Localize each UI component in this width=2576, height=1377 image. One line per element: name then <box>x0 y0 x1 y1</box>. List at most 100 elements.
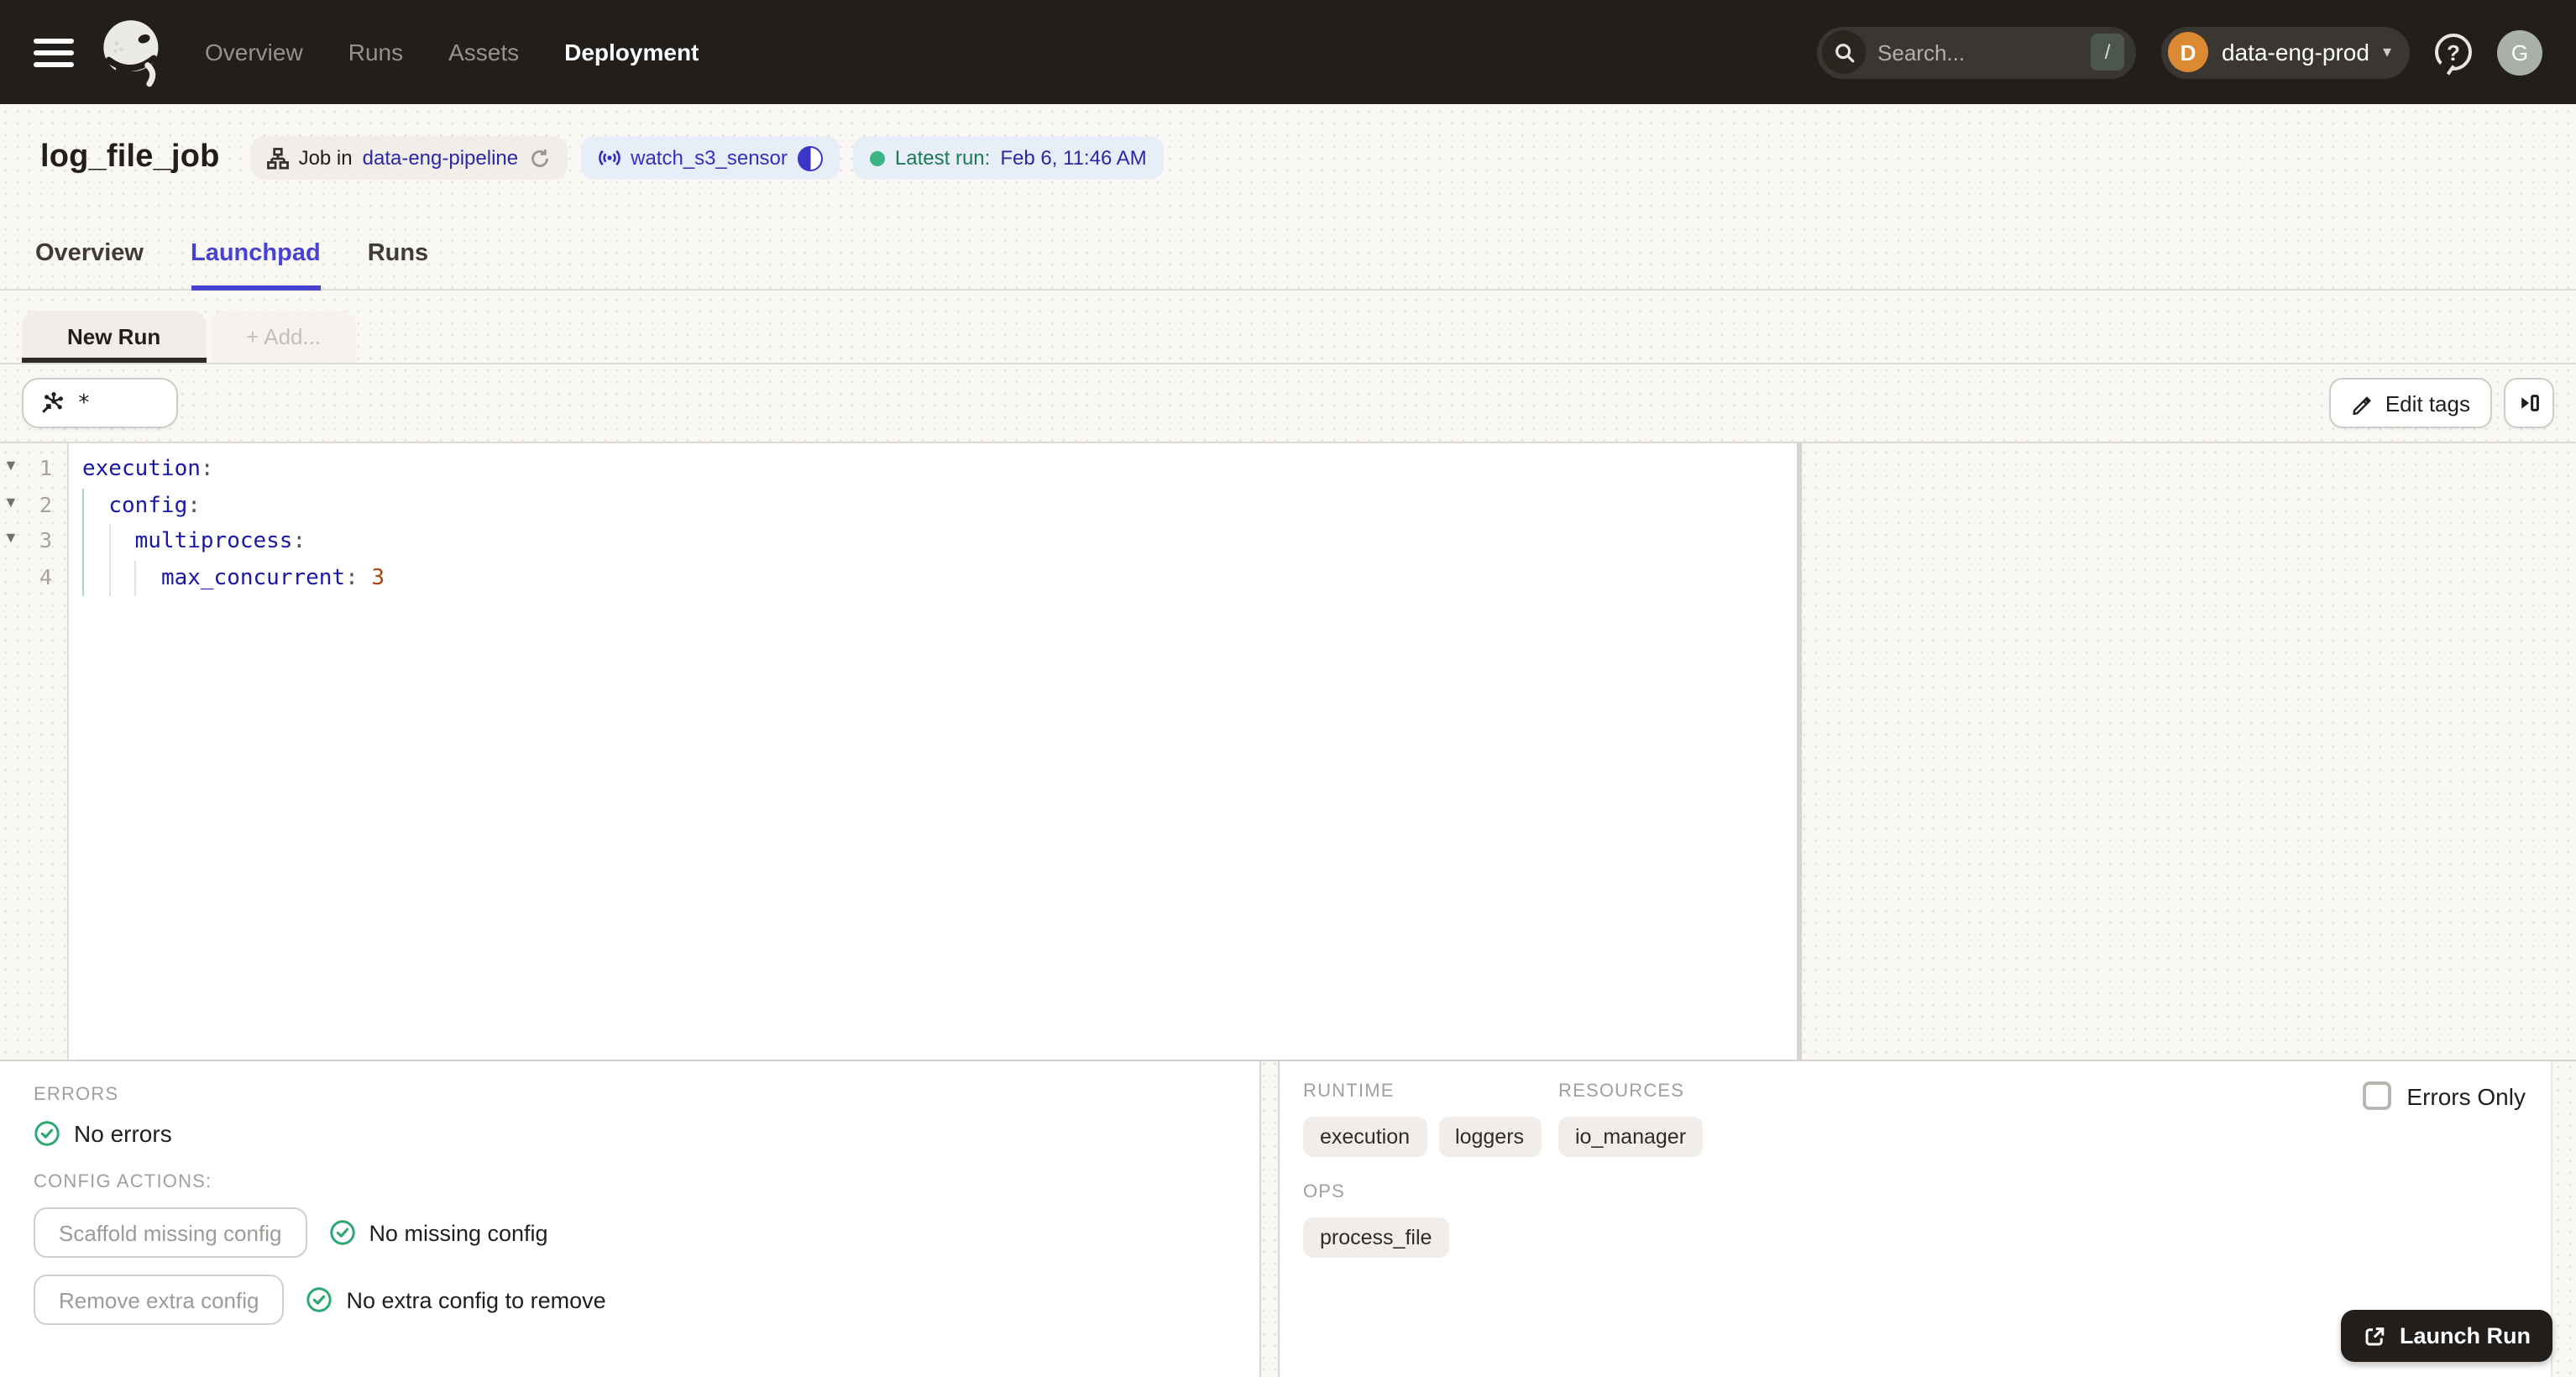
bottom-panel-divider[interactable] <box>1259 1061 1280 1377</box>
dagster-launchpad-page: Overview Runs Assets Deployment / D data… <box>0 0 2576 1377</box>
search-shortcut-badge: / <box>2091 34 2125 71</box>
code-line: execution: <box>82 457 214 482</box>
latest-run-badge: Latest run: Feb 6, 11:46 AM <box>852 136 1164 180</box>
errors-section-label: ERRORS <box>34 1085 119 1105</box>
chevron-down-icon: ▾ <box>2382 43 2391 61</box>
pipeline-link[interactable]: data-eng-pipeline <box>363 146 519 170</box>
op-selection-input[interactable]: * <box>22 378 178 428</box>
scaffold-config-row: Scaffold missing config No missing confi… <box>34 1207 1259 1258</box>
editor-empty-area <box>1802 443 2576 1060</box>
launchpad-toolbar: * Edit tags <box>0 364 2576 443</box>
search-input[interactable] <box>1866 39 2092 65</box>
fold-arrow-icon[interactable]: ▼ <box>3 529 18 546</box>
session-tabs: New Run + Add... <box>0 291 2576 364</box>
nav-link-assets[interactable]: Assets <box>448 39 519 65</box>
latest-run-link[interactable]: Feb 6, 11:46 AM <box>1000 146 1146 170</box>
reload-icon[interactable] <box>528 147 550 169</box>
editor-gutter: ▼ 1 ▼ 2 ▼ 3 4 <box>0 443 69 1060</box>
job-tabs: Overview Launchpad Runs <box>0 212 2576 291</box>
job-header: log_file_job Job in data-eng-pipeline wa… <box>0 104 2576 212</box>
config-editor-region: ▼ 1 ▼ 2 ▼ 3 4 execution: config: multipr… <box>0 443 2576 1060</box>
runtime-section: RUNTIME execution loggers <box>1303 1081 1558 1157</box>
missing-config-status: No missing config <box>328 1219 548 1246</box>
pencil-icon <box>2352 392 2374 414</box>
op-selection-value: * <box>77 390 91 416</box>
dagster-logo-icon[interactable] <box>97 17 168 87</box>
errors-panel: ERRORS No errors CONFIG ACTIONS: Scaffol… <box>0 1061 1259 1377</box>
hamburger-menu-icon[interactable] <box>34 38 74 66</box>
workspace-name: data-eng-prod <box>2222 39 2369 65</box>
line-number: 1 <box>39 455 52 480</box>
launch-icon <box>2363 1324 2386 1348</box>
code-line: multiprocess: <box>134 529 306 554</box>
errors-only-control: Errors Only <box>2363 1081 2526 1110</box>
job-graph-icon <box>266 147 289 169</box>
code-line: max_concurrent: 3 <box>160 565 385 590</box>
line-number: 2 <box>39 491 52 516</box>
top-nav: Overview Runs Assets Deployment / D data… <box>0 0 2576 104</box>
indent-guide <box>134 560 137 596</box>
remove-extra-config-button[interactable]: Remove extra config <box>34 1275 285 1325</box>
sensor-link[interactable]: watch_s3_sensor <box>631 146 788 170</box>
no-errors-text: No errors <box>74 1120 172 1147</box>
primary-nav: Overview Runs Assets Deployment <box>205 39 699 65</box>
sensor-badge: watch_s3_sensor <box>580 136 840 180</box>
nav-link-runs[interactable]: Runs <box>348 39 403 65</box>
ops-label: OPS <box>1303 1182 1346 1202</box>
edit-tags-button[interactable]: Edit tags <box>2329 378 2492 428</box>
config-schema-panel: RUNTIME execution loggers RESOURCES io_m… <box>1280 1061 2576 1377</box>
nav-link-overview[interactable]: Overview <box>205 39 303 65</box>
indent-guide <box>108 524 111 596</box>
job-location-prefix: Job in <box>298 146 353 170</box>
ops-section: OPS process_file <box>1303 1182 2576 1258</box>
tab-runs[interactable]: Runs <box>368 240 429 289</box>
edit-tags-label: Edit tags <box>2385 390 2470 416</box>
check-circle-icon <box>34 1120 60 1147</box>
fold-arrow-icon[interactable]: ▼ <box>3 493 18 510</box>
workspace-switcher[interactable]: D data-eng-prod ▾ <box>2161 26 2410 78</box>
op-selection-icon <box>39 390 65 416</box>
page-title: log_file_job <box>40 139 220 175</box>
gutter-line: ▼ 2 <box>0 488 67 524</box>
gutter-line: 4 <box>0 560 67 596</box>
job-location-badge: Job in data-eng-pipeline <box>249 136 568 180</box>
launch-run-button[interactable]: Launch Run <box>2341 1310 2552 1362</box>
code-line: config: <box>108 493 201 518</box>
yaml-editor[interactable]: execution: config: multiprocess: max_con… <box>69 443 1797 1060</box>
remove-config-row: Remove extra config No extra config to r… <box>34 1275 1259 1325</box>
expand-panel-button[interactable] <box>2504 378 2554 428</box>
runtime-tag[interactable]: execution <box>1303 1117 1427 1157</box>
scaffold-missing-config-button[interactable]: Scaffold missing config <box>34 1207 307 1258</box>
tab-launchpad[interactable]: Launchpad <box>191 240 322 291</box>
runtime-tag[interactable]: loggers <box>1438 1117 1542 1157</box>
run-status-dot <box>869 150 885 165</box>
resource-tag[interactable]: io_manager <box>1558 1117 1704 1157</box>
launch-run-label: Launch Run <box>2400 1323 2531 1348</box>
scrollbar-gutter[interactable] <box>2551 1061 2576 1377</box>
nav-link-deployment[interactable]: Deployment <box>564 39 699 65</box>
sensor-icon <box>597 146 620 170</box>
help-icon[interactable]: ? <box>2435 34 2472 71</box>
top-nav-right: / D data-eng-prod ▾ ? G <box>1817 26 2542 78</box>
gutter-line: ▼ 3 <box>0 524 67 560</box>
session-tab-add[interactable]: + Add... <box>211 311 357 363</box>
op-tag[interactable]: process_file <box>1303 1217 1449 1258</box>
session-tab-new-run[interactable]: New Run <box>22 311 207 363</box>
search-box[interactable]: / <box>1817 26 2137 78</box>
indent-guide <box>82 488 84 596</box>
user-avatar[interactable]: G <box>2497 29 2542 75</box>
runtime-label: RUNTIME <box>1303 1081 1395 1102</box>
check-circle-icon <box>306 1286 332 1313</box>
fold-arrow-icon[interactable]: ▼ <box>3 457 18 474</box>
line-number: 4 <box>39 563 52 589</box>
bottom-panel: ERRORS No errors CONFIG ACTIONS: Scaffol… <box>0 1060 2576 1377</box>
resources-label: RESOURCES <box>1558 1081 1685 1102</box>
errors-only-checkbox[interactable] <box>2363 1081 2392 1110</box>
extra-config-status: No extra config to remove <box>306 1286 606 1313</box>
tab-overview[interactable]: Overview <box>35 240 144 289</box>
sensor-toggle[interactable] <box>797 145 823 170</box>
check-circle-icon <box>328 1219 355 1246</box>
toolbar-right: Edit tags <box>2329 378 2554 428</box>
no-errors-status: No errors <box>34 1120 1259 1147</box>
config-actions-label: CONFIG ACTIONS: <box>34 1172 212 1192</box>
